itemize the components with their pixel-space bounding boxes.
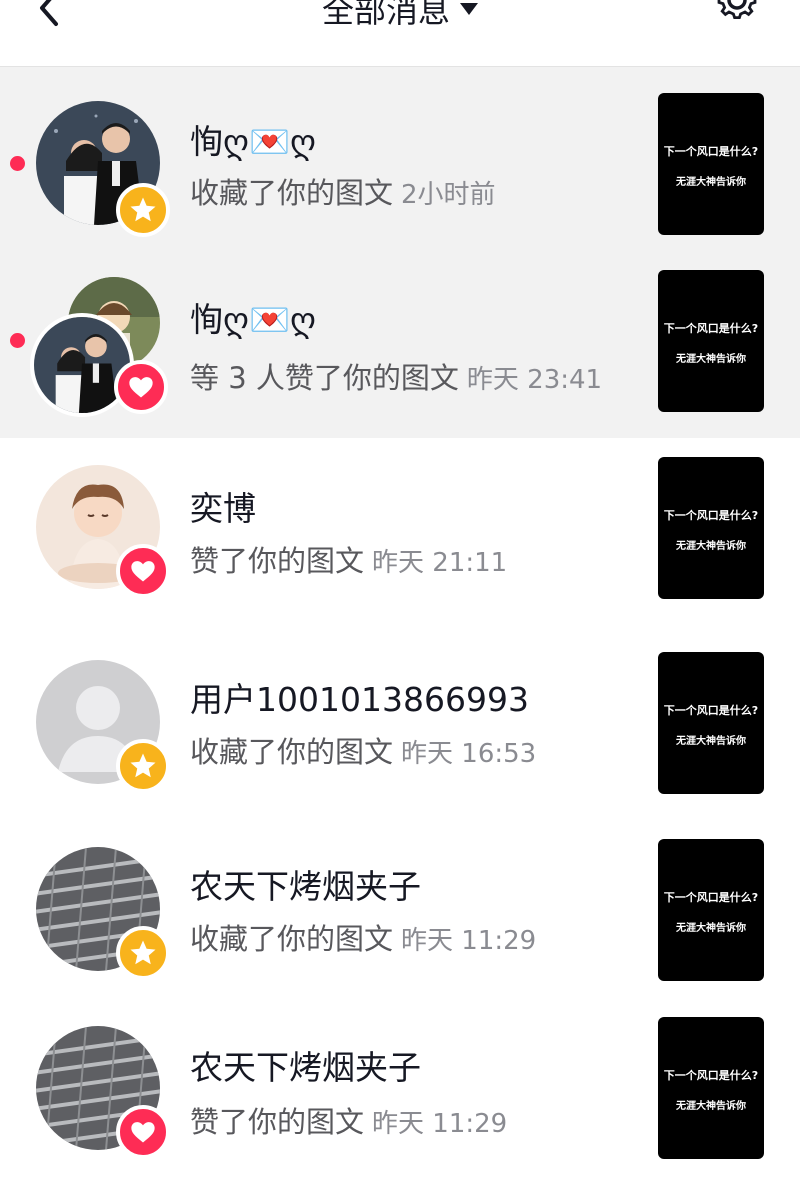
notification-text: 收藏了你的图文 2小时前 (190, 170, 496, 212)
timestamp: 2小时前 (401, 180, 496, 210)
heart-icon (131, 561, 155, 582)
timestamp: 昨天 11:29 (372, 1109, 508, 1139)
user-name[interactable]: 用户1001013866993 (190, 673, 529, 721)
thumbnail-subtext: 无涯大神告诉你 (676, 736, 746, 747)
notification-row[interactable]: 农天下烤烟夹子 赞了你的图文 昨天 11:29 下一个风口是什么? 无涯大神告诉你 (0, 999, 800, 1179)
thumbnail-subtext: 无涯大神告诉你 (676, 354, 746, 365)
thumbnail-text: 下一个风口是什么? (663, 1069, 759, 1082)
user-name[interactable]: 恂ღ💌ღ (190, 115, 316, 163)
unread-dot (10, 333, 25, 348)
timestamp: 昨天 11:29 (401, 926, 537, 956)
user-name[interactable]: 恂ღ💌ღ (190, 293, 316, 341)
notification-list: 恂ღ💌ღ 收藏了你的图文 2小时前 下一个风口是什么? 无涯大神告诉你 恂ღ💌ღ… (0, 67, 800, 1179)
post-thumbnail[interactable]: 下一个风口是什么? 无涯大神告诉你 (658, 839, 764, 981)
top-bar: 全部消息 (0, 0, 800, 67)
notification-row[interactable]: 农天下烤烟夹子 收藏了你的图文 昨天 11:29 下一个风口是什么? 无涯大神告诉… (0, 812, 800, 999)
user-name[interactable]: 农天下烤烟夹子 (190, 1041, 421, 1089)
action-text: 赞了你的图文 (190, 544, 365, 578)
thumbnail-subtext: 无涯大神告诉你 (676, 923, 746, 934)
thumbnail-text: 下一个风口是什么? (663, 891, 759, 904)
unread-dot (10, 156, 25, 171)
thumbnail-text: 下一个风口是什么? (663, 322, 759, 335)
settings-button[interactable] (712, 0, 762, 34)
notification-text: 赞了你的图文 昨天 21:11 (190, 538, 507, 580)
action-text: 收藏了你的图文 (190, 176, 394, 210)
star-badge (116, 739, 170, 793)
gear-icon (717, 0, 757, 20)
heart-badge (116, 1105, 170, 1159)
heart-icon (129, 377, 153, 398)
star-badge (116, 926, 170, 980)
notification-row[interactable]: 恂ღ💌ღ 等 3 人赞了你的图文 昨天 23:41 下一个风口是什么? 无涯大神告… (0, 253, 800, 438)
page-title: 全部消息 (321, 0, 450, 30)
action-text: 收藏了你的图文 (190, 922, 394, 956)
star-icon (130, 940, 156, 965)
heart-badge (116, 544, 170, 598)
user-name[interactable]: 农天下烤烟夹子 (190, 860, 421, 908)
timestamp: 昨天 23:41 (466, 365, 603, 395)
notification-row[interactable]: 用户1001013866993 收藏了你的图文 昨天 16:53 下一个风口是什么… (0, 625, 800, 812)
star-icon (130, 197, 156, 222)
notification-row[interactable]: 恂ღ💌ღ 收藏了你的图文 2小时前 下一个风口是什么? 无涯大神告诉你 (0, 67, 800, 253)
thumbnail-text: 下一个风口是什么? (663, 509, 759, 522)
star-badge (116, 183, 170, 237)
caret-down-icon (460, 3, 478, 15)
title-dropdown[interactable]: 全部消息 (0, 0, 800, 32)
post-thumbnail[interactable]: 下一个风口是什么? 无涯大神告诉你 (658, 457, 764, 599)
post-thumbnail[interactable]: 下一个风口是什么? 无涯大神告诉你 (658, 270, 764, 412)
star-icon (130, 753, 156, 778)
action-text: 等 3 人赞了你的图文 (190, 361, 459, 395)
post-thumbnail[interactable]: 下一个风口是什么? 无涯大神告诉你 (658, 652, 764, 794)
action-text: 收藏了你的图文 (190, 735, 394, 769)
heart-icon (131, 1122, 155, 1143)
notification-text: 收藏了你的图文 昨天 11:29 (190, 916, 536, 958)
thumbnail-text: 下一个风口是什么? (663, 145, 759, 158)
notification-text: 等 3 人赞了你的图文 昨天 23:41 (190, 355, 602, 397)
timestamp: 昨天 16:53 (401, 739, 537, 769)
action-text: 赞了你的图文 (190, 1105, 365, 1139)
post-thumbnail[interactable]: 下一个风口是什么? 无涯大神告诉你 (658, 93, 764, 235)
heart-badge (114, 360, 168, 414)
user-name[interactable]: 奕博 (190, 482, 256, 530)
thumbnail-subtext: 无涯大神告诉你 (676, 1101, 746, 1112)
thumbnail-subtext: 无涯大神告诉你 (676, 541, 746, 552)
timestamp: 昨天 21:11 (372, 548, 508, 578)
post-thumbnail[interactable]: 下一个风口是什么? 无涯大神告诉你 (658, 1017, 764, 1159)
thumbnail-subtext: 无涯大神告诉你 (676, 177, 746, 188)
notification-row[interactable]: 奕博 赞了你的图文 昨天 21:11 下一个风口是什么? 无涯大神告诉你 (0, 438, 800, 625)
thumbnail-text: 下一个风口是什么? (663, 704, 759, 717)
notification-text: 赞了你的图文 昨天 11:29 (190, 1099, 507, 1141)
notification-text: 收藏了你的图文 昨天 16:53 (190, 729, 536, 771)
